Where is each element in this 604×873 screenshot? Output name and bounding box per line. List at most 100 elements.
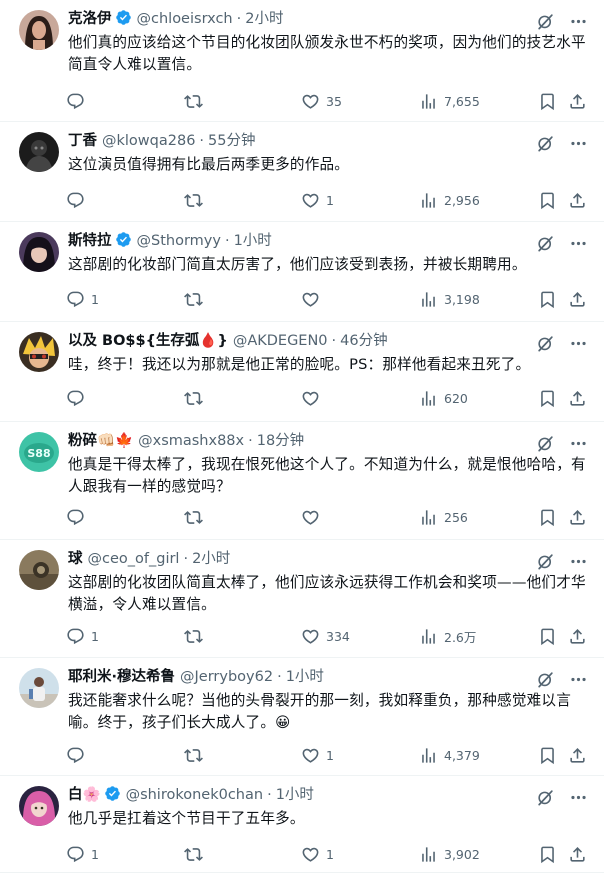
timestamp[interactable]: 1小时 (276, 787, 314, 803)
views-button[interactable]: 620 (419, 386, 468, 410)
more-icon[interactable] (569, 134, 588, 153)
author-handle[interactable]: @Jerryboy62 (180, 669, 273, 685)
views-button[interactable]: 4,379 (419, 743, 480, 767)
reply-button[interactable]: 1 (66, 842, 99, 866)
tweet[interactable]: S88 粉碎👊🏻🍁 @xsmashx88x · 18分钟 他真是干得太棒了，我现在恨死他这… (0, 422, 604, 540)
views-button[interactable]: 256 (419, 505, 468, 529)
retweet-button[interactable] (184, 743, 209, 767)
like-button[interactable] (301, 287, 326, 311)
tweet[interactable]: 以及 BO$${生存弧🩸} @AKDEGEN0 · 46分钟 哇，终于！我还以为那就是他… (0, 322, 604, 422)
like-button[interactable] (301, 386, 326, 410)
tweet[interactable]: 白🌸 @shirokonek0chan · 1小时 他几乎是扛着这个节目干了五年多。 1 1… (0, 776, 604, 873)
share-button[interactable] (568, 188, 587, 212)
author-name[interactable]: 以及 BO$${生存弧🩸} (68, 333, 228, 349)
grok-icon[interactable] (536, 12, 555, 31)
tweet[interactable]: 丁香 @klowqa286 · 55分钟 这位演员值得拥有比最后两季更多的作品。 1 2,9… (0, 122, 604, 222)
more-icon[interactable] (569, 788, 588, 807)
like-button[interactable]: 1 (301, 743, 334, 767)
share-button[interactable] (568, 386, 587, 410)
avatar[interactable]: S88 (19, 432, 59, 472)
bookmark-button[interactable] (538, 386, 557, 410)
timestamp[interactable]: 46分钟 (340, 333, 387, 349)
grok-icon[interactable] (536, 552, 555, 571)
views-button[interactable]: 3,198 (419, 287, 480, 311)
bookmark-button[interactable] (538, 842, 557, 866)
views-button[interactable]: 7,655 (419, 89, 480, 113)
grok-icon[interactable] (536, 334, 555, 353)
share-button[interactable] (568, 89, 587, 113)
timestamp[interactable]: 2小时 (192, 551, 230, 567)
reply-button[interactable]: 1 (66, 287, 99, 311)
author-handle[interactable]: @klowqa286 (102, 133, 195, 149)
avatar[interactable] (19, 668, 59, 708)
timestamp[interactable]: 1小时 (234, 233, 272, 249)
bookmark-button[interactable] (538, 89, 557, 113)
avatar[interactable] (19, 132, 59, 172)
tweet[interactable]: 克洛伊 @chloeisrxch · 2小时 他们真的应该给这个节目的化妆团队颁发永世不… (0, 0, 604, 122)
author-handle[interactable]: @shirokonek0chan (126, 787, 264, 803)
timestamp[interactable]: 1小时 (286, 669, 324, 685)
tweet[interactable]: 斯特拉 @Sthormyy · 1小时 这部剧的化妆部门简直太厉害了，他们应该受到表扬，… (0, 222, 604, 322)
bookmark-button[interactable] (538, 743, 557, 767)
author-handle[interactable]: @AKDEGEN0 (233, 333, 328, 349)
views-button[interactable]: 3,902 (419, 842, 480, 866)
bookmark-button[interactable] (538, 188, 557, 212)
retweet-button[interactable] (184, 624, 209, 648)
author-handle[interactable]: @xsmashx88x (138, 433, 244, 449)
retweet-button[interactable] (184, 188, 209, 212)
reply-button[interactable] (66, 743, 91, 767)
avatar[interactable] (19, 786, 59, 826)
share-button[interactable] (568, 743, 587, 767)
grok-icon[interactable] (536, 670, 555, 689)
views-button[interactable]: 2.6万 (419, 624, 476, 648)
retweet-button[interactable] (184, 842, 209, 866)
timestamp[interactable]: 2小时 (245, 11, 283, 27)
grok-icon[interactable] (536, 434, 555, 453)
share-button[interactable] (568, 287, 587, 311)
more-icon[interactable] (569, 234, 588, 253)
author-handle[interactable]: @Sthormyy (137, 233, 221, 249)
like-button[interactable] (301, 505, 326, 529)
reply-button[interactable] (66, 188, 91, 212)
retweet-button[interactable] (184, 89, 209, 113)
author-name[interactable]: 球 (68, 551, 83, 567)
grok-icon[interactable] (536, 788, 555, 807)
share-button[interactable] (568, 842, 587, 866)
author-handle[interactable]: @ceo_of_girl (88, 551, 180, 567)
views-button[interactable]: 2,956 (419, 188, 480, 212)
reply-button[interactable] (66, 505, 91, 529)
tweet[interactable]: 球 @ceo_of_girl · 2小时 这部剧的化妆团队简直太棒了，他们应该永远获得工… (0, 540, 604, 658)
author-handle[interactable]: @chloeisrxch (137, 11, 233, 27)
more-icon[interactable] (569, 434, 588, 453)
more-icon[interactable] (569, 670, 588, 689)
bookmark-button[interactable] (538, 624, 557, 648)
author-name[interactable]: 丁香 (68, 133, 97, 149)
reply-button[interactable] (66, 386, 91, 410)
author-name[interactable]: 白🌸 (68, 787, 101, 803)
grok-icon[interactable] (536, 234, 555, 253)
tweet[interactable]: 耶利米·穆达希鲁 @Jerryboy62 · 1小时 我还能奢求什么呢？当他的头骨裂开的… (0, 658, 604, 776)
author-name[interactable]: 斯特拉 (68, 233, 112, 249)
timestamp[interactable]: 55分钟 (208, 133, 255, 149)
grok-icon[interactable] (536, 134, 555, 153)
author-name[interactable]: 克洛伊 (68, 11, 112, 27)
more-icon[interactable] (569, 334, 588, 353)
avatar[interactable] (19, 10, 59, 50)
like-button[interactable]: 35 (301, 89, 342, 113)
avatar[interactable] (19, 550, 59, 590)
reply-button[interactable] (66, 89, 91, 113)
bookmark-button[interactable] (538, 505, 557, 529)
avatar[interactable] (19, 332, 59, 372)
more-icon[interactable] (569, 552, 588, 571)
like-button[interactable]: 1 (301, 842, 334, 866)
like-button[interactable]: 1 (301, 188, 334, 212)
avatar[interactable] (19, 232, 59, 272)
reply-button[interactable]: 1 (66, 624, 99, 648)
retweet-button[interactable] (184, 287, 209, 311)
timestamp[interactable]: 18分钟 (257, 433, 304, 449)
retweet-button[interactable] (184, 505, 209, 529)
bookmark-button[interactable] (538, 287, 557, 311)
author-name[interactable]: 粉碎👊🏻🍁 (68, 433, 133, 449)
author-name[interactable]: 耶利米·穆达希鲁 (68, 669, 175, 685)
like-button[interactable]: 334 (301, 624, 350, 648)
